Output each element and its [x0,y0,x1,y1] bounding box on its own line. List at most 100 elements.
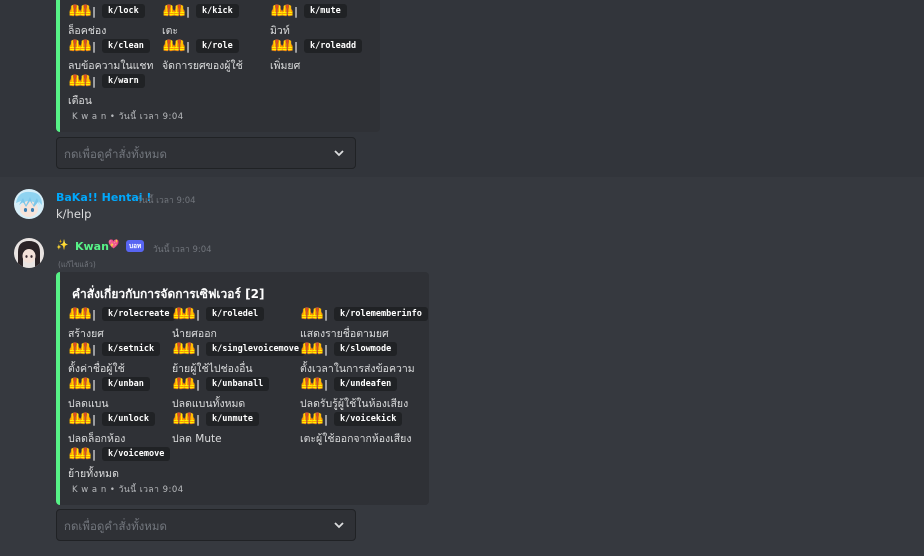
safety-vest-icon: 🦺🦺 [300,342,324,355]
separator: | [92,4,97,18]
command-description: เตะผู้ใช้ออกจากห้องเสียง [300,433,412,445]
separator: | [324,412,329,426]
safety-vest-icon: 🦺🦺 [68,74,92,87]
safety-vest-icon: 🦺🦺 [68,447,92,460]
command-description: มิวท์ [270,25,290,37]
safety-vest-icon: 🦺🦺 [68,39,92,52]
separator: | [324,307,329,321]
safety-vest-icon: 🦺🦺 [300,412,324,425]
separator: | [294,4,299,18]
command-code: k/unlock [102,412,155,426]
separator: | [294,39,299,53]
command-description: นำยศออก [172,328,217,340]
command-embed-2: คำสั่งเกี่ยวกับการจัดการเซิฟเวอร์ [2] 🦺🦺… [56,272,429,505]
command-description: เพิ่มยศ [270,60,301,72]
separator: | [324,377,329,391]
separator: | [92,377,97,391]
safety-vest-icon: 🦺🦺 [300,377,324,390]
command-code: k/mute [304,4,347,18]
command-description: แสดงรายชื่อตามยศ [300,328,389,340]
command-code: k/roleadd [304,39,363,53]
command-item: 🦺🦺 | k/mute มิวท์ [270,4,405,38]
command-item: 🦺🦺 | k/singlevoicemove ย้ายผู้ใช้ไปช่องอื่… [172,342,307,376]
command-code: k/unban [102,377,150,391]
separator: | [324,342,329,356]
separator: | [196,377,201,391]
command-code: k/singlevoicemove [206,342,306,356]
command-item: 🦺🦺 | k/rolememberinfo แสดงรายชื่อตามยศ [300,307,435,341]
command-code: k/clean [102,39,150,53]
sparkle-icon: ✨ [56,240,69,251]
separator: | [92,412,97,426]
command-code: k/setnick [102,342,161,356]
command-item: 🦺🦺 | k/roleadd เพิ่มยศ [270,39,405,73]
separator: | [186,4,191,18]
command-code: k/lock [102,4,145,18]
safety-vest-icon: 🦺🦺 [68,4,92,17]
separator: | [186,39,191,53]
command-description: ปลด Mute [172,433,222,445]
command-code: k/unbanall [206,377,270,391]
safety-vest-icon: 🦺🦺 [172,412,196,425]
separator: | [92,342,97,356]
safety-vest-icon: 🦺🦺 [68,342,92,355]
embed-title: คำสั่งเกี่ยวกับการจัดการเซิฟเวอร์ [2] [72,287,265,301]
separator: | [92,39,97,53]
safety-vest-icon: 🦺🦺 [68,377,92,390]
command-code: k/rolecreate [102,307,176,321]
chevron-down-icon [334,150,344,157]
command-code: k/slowmode [334,342,398,356]
avatar[interactable] [14,189,44,219]
command-item: 🦺🦺 | k/undeafen ปลดรับรู้ผู้ใช้ในห้องเสียง [300,377,435,411]
embed-footer: K w a n • วันนี้ เวลา 9:04 [72,485,184,495]
timestamp: วันนี้ เวลา 9:04 [153,245,212,255]
separator: | [92,447,97,461]
command-code: k/kick [196,4,239,18]
separator: | [196,307,201,321]
separator: | [196,412,201,426]
username[interactable]: Kwan [75,240,109,253]
command-code: k/unmute [206,412,259,426]
command-select-menu[interactable]: กดเพื่อดูคำสั่งทั้งหมด [56,509,356,541]
heart-icon: 💖 [108,240,120,250]
command-item: 🦺🦺 | k/unmute ปลด Mute [172,412,307,446]
command-description: ปลดแบนทั้งหมด [172,398,246,410]
safety-vest-icon: 🦺🦺 [172,307,196,320]
command-code: k/warn [102,74,145,88]
command-code: k/undeafen [334,377,398,391]
separator: | [196,342,201,356]
safety-vest-icon: 🦺🦺 [68,307,92,320]
separator: | [92,74,97,88]
chevron-down-icon [334,522,344,529]
command-code: k/roledel [206,307,265,321]
select-placeholder: กดเพื่อดูคำสั่งทั้งหมด [64,147,167,161]
command-embed-1: 🦺🦺 | k/lock ล็อคช่อง 🦺🦺 | k/kick เตะ 🦺🦺 | k/mu… [56,0,380,132]
command-description: ตั้งเวลาในการส่งข้อความ [300,363,415,375]
message-text: k/help [56,207,92,221]
command-description: ย้ายทั้งหมด [68,468,119,480]
bot-badge: บอท [126,240,145,252]
safety-vest-icon: 🦺🦺 [300,307,324,320]
command-item: 🦺🦺 | k/roledel นำยศออก [172,307,307,341]
timestamp: วันนี้ เวลา 9:04 [137,196,196,206]
separator: | [92,307,97,321]
safety-vest-icon: 🦺🦺 [270,39,294,52]
command-code: k/role [196,39,239,53]
command-item: 🦺🦺 | k/unbanall ปลดแบนทั้งหมด [172,377,307,411]
safety-vest-icon: 🦺🦺 [162,4,186,17]
command-code: k/rolememberinfo [334,307,428,321]
command-item: 🦺🦺 | k/warn เตือน [68,74,203,108]
safety-vest-icon: 🦺🦺 [172,342,196,355]
command-item: 🦺🦺 | k/voicemove ย้ายทั้งหมด [68,447,203,481]
command-code: k/voicemove [102,447,171,461]
command-description: เตือน [68,95,92,107]
select-placeholder: กดเพื่อดูคำสั่งทั้งหมด [64,519,167,533]
command-select-menu[interactable]: กดเพื่อดูคำสั่งทั้งหมด [56,137,356,169]
embed-footer: K w a n • วันนี้ เวลา 9:04 [72,112,184,122]
safety-vest-icon: 🦺🦺 [162,39,186,52]
command-item: 🦺🦺 | k/voicekick เตะผู้ใช้ออกจากห้องเสียง [300,412,435,446]
safety-vest-icon: 🦺🦺 [68,412,92,425]
command-item: 🦺🦺 | k/slowmode ตั้งเวลาในการส่งข้อความ [300,342,435,376]
avatar[interactable] [14,238,44,268]
command-description: ย้ายผู้ใช้ไปช่องอื่น [172,363,253,375]
